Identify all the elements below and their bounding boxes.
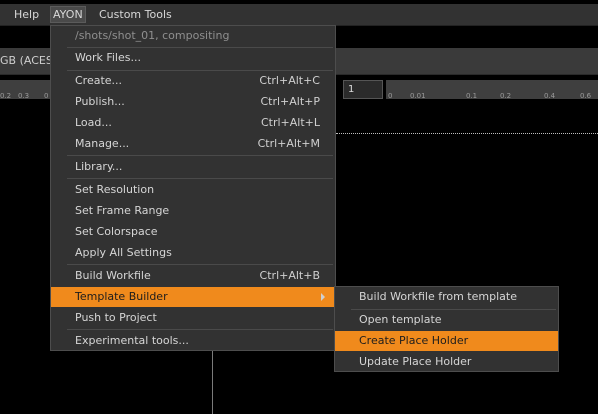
submenu-item-create-place-holder[interactable]: Create Place Holder (335, 331, 558, 351)
menu-item-load[interactable]: Load... Ctrl+Alt+L (51, 113, 335, 133)
menu-item-experimental-tools[interactable]: Experimental tools... (51, 331, 335, 351)
submenu-item-update-place-holder[interactable]: Update Place Holder (335, 352, 558, 372)
shortcut-label: Ctrl+Alt+P (260, 95, 320, 108)
menu-bar: Help AYON Custom Tools (0, 4, 598, 26)
menu-item-set-frame-range[interactable]: Set Frame Range (51, 201, 335, 221)
menu-item-work-files[interactable]: Work Files... (51, 48, 335, 68)
menu-separator (67, 178, 333, 179)
shortcut-label: Ctrl+Alt+C (259, 74, 320, 87)
shortcut-label: Ctrl+Alt+M (257, 137, 320, 150)
ruler-tick: 0.4 (544, 92, 556, 100)
menu-item-set-resolution[interactable]: Set Resolution (51, 180, 335, 200)
viewer-divider-line (212, 350, 213, 414)
menu-separator (67, 329, 333, 330)
gamma-ruler[interactable]: 0 0.01 0.1 0.2 0.4 0.6 (386, 80, 598, 100)
ruler-tick: 0.2 (500, 92, 512, 100)
ruler-tick: 0.1 (466, 92, 478, 100)
template-builder-submenu: Build Workfile from template Open templa… (334, 286, 559, 372)
menu-item-apply-all-settings[interactable]: Apply All Settings (51, 243, 335, 263)
ruler-tick: 0.3 (18, 92, 30, 100)
shortcut-label: Ctrl+Alt+B (259, 269, 320, 282)
ruler-tick: 0.2 (0, 92, 12, 100)
menu-item-library[interactable]: Library... (51, 157, 335, 177)
menu-item-publish[interactable]: Publish... Ctrl+Alt+P (51, 92, 335, 112)
menu-help[interactable]: Help (12, 7, 41, 22)
menu-ayon[interactable]: AYON (50, 6, 86, 23)
menu-item-push-to-project[interactable]: Push to Project (51, 308, 335, 328)
frame-input[interactable]: 1 (343, 80, 383, 99)
submenu-item-build-workfile-from-template[interactable]: Build Workfile from template (335, 287, 558, 307)
ruler-tick: 0 (44, 92, 49, 100)
menu-item-create[interactable]: Create... Ctrl+Alt+C (51, 71, 335, 91)
menu-separator (67, 264, 333, 265)
menu-item-manage[interactable]: Manage... Ctrl+Alt+M (51, 134, 335, 154)
gain-ruler[interactable]: 0.2 0.3 0 (0, 80, 50, 100)
ruler-tick: 0.6 (580, 92, 592, 100)
format-boundary-line (336, 133, 598, 134)
menu-item-build-workfile[interactable]: Build Workfile Ctrl+Alt+B (51, 266, 335, 286)
menu-separator (67, 155, 333, 156)
menu-item-set-colorspace[interactable]: Set Colorspace (51, 222, 335, 242)
colorspace-dropdown[interactable]: GB (ACES (0, 54, 53, 67)
context-label: /shots/shot_01, compositing (75, 29, 230, 42)
submenu-item-open-template[interactable]: Open template (335, 310, 558, 330)
ruler-tick: 0 (388, 92, 393, 100)
ayon-menu: /shots/shot_01, compositing Work Files..… (50, 25, 336, 351)
shortcut-label: Ctrl+Alt+L (260, 116, 320, 129)
menu-item-template-builder[interactable]: Template Builder (51, 287, 335, 307)
ruler-tick: 0.01 (410, 92, 426, 100)
submenu-arrow-icon (321, 293, 325, 301)
menu-custom-tools[interactable]: Custom Tools (97, 7, 174, 22)
